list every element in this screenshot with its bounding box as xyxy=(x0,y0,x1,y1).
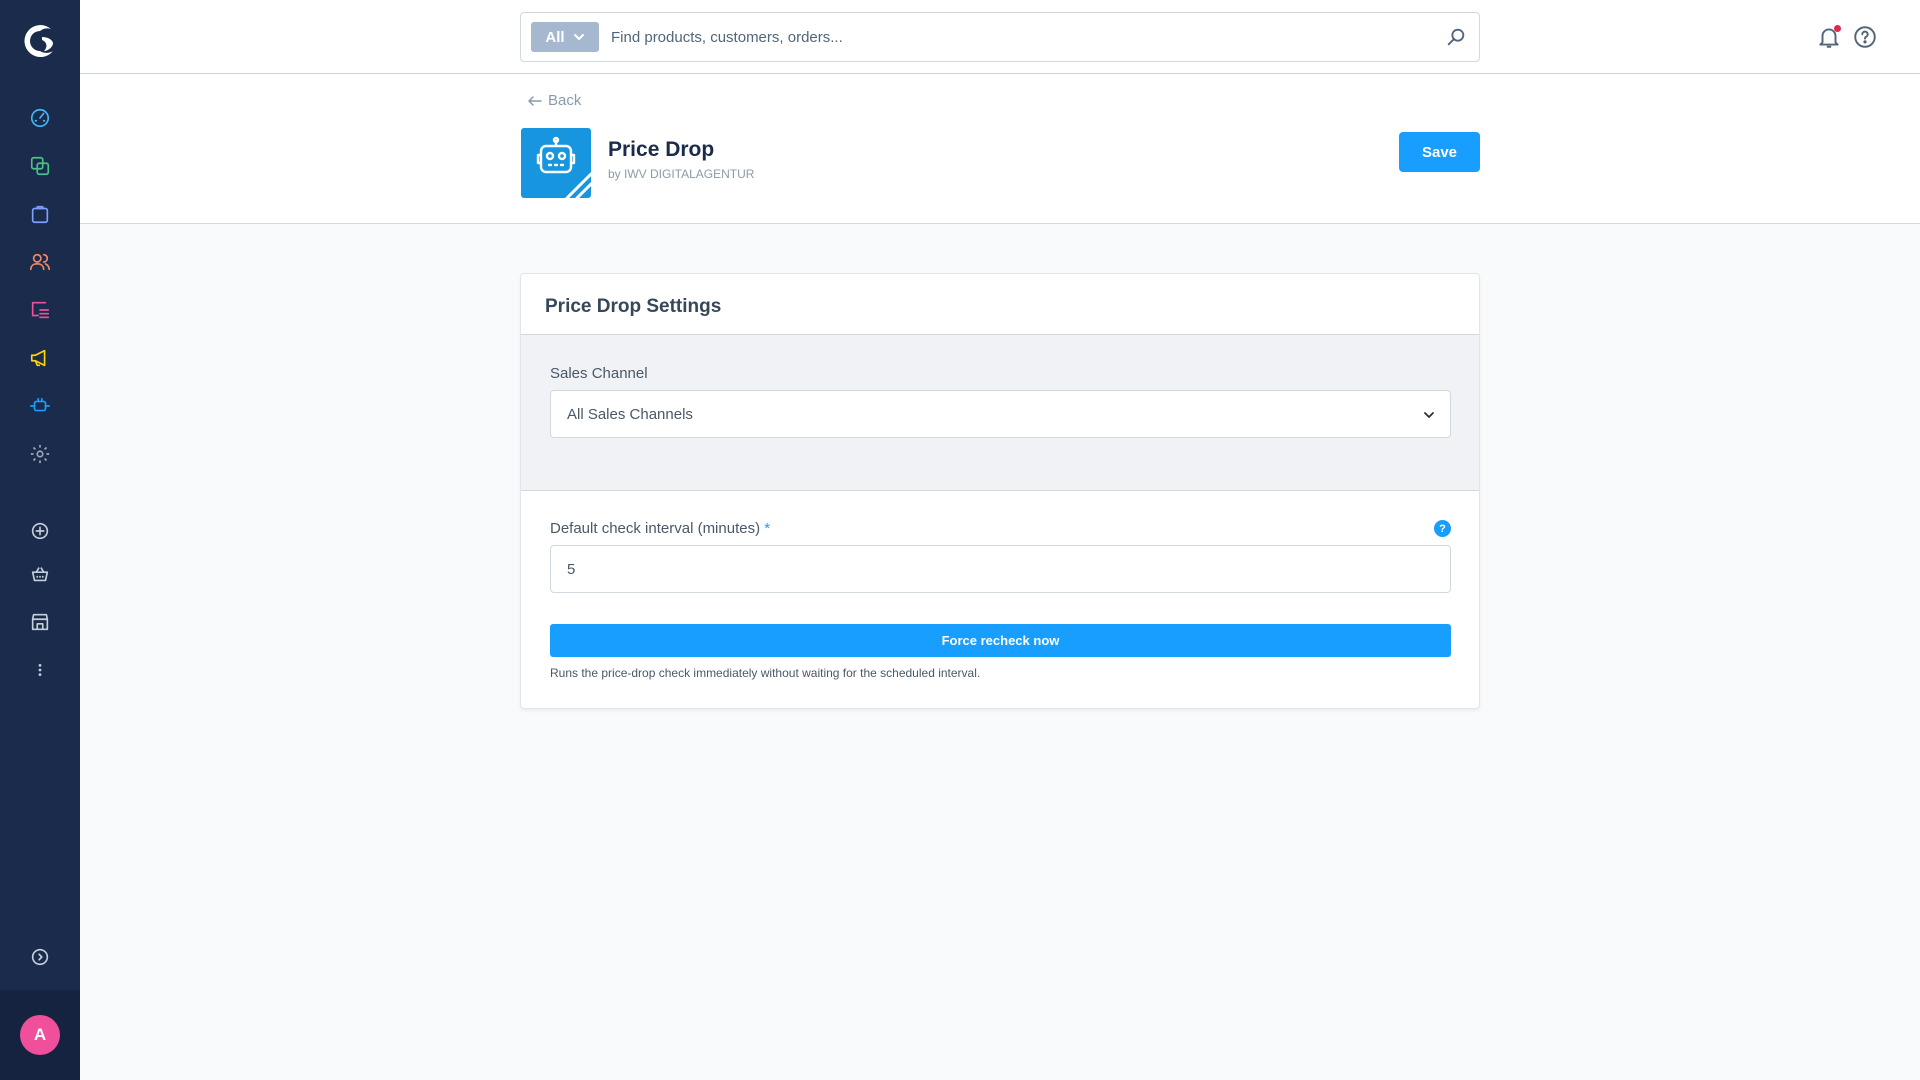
sidebar-collapse-button[interactable] xyxy=(0,937,80,977)
chevron-down-icon xyxy=(573,34,584,40)
shopware-logo-icon[interactable] xyxy=(20,21,60,61)
back-link[interactable]: Back xyxy=(528,92,581,109)
gauge-icon xyxy=(30,108,50,128)
robot-icon xyxy=(536,136,591,198)
app-author: by IWV DIGITALAGENTUR xyxy=(608,167,755,181)
sidebar-item-settings[interactable] xyxy=(0,434,80,474)
help-tooltip-icon[interactable]: ? xyxy=(1434,520,1451,537)
sidebar-item-catalogues[interactable] xyxy=(0,146,80,186)
page-header: Back Price Drop by IWV DIGITALAGENTUR Sa… xyxy=(80,75,1920,224)
basket-icon xyxy=(31,567,49,582)
interval-input[interactable] xyxy=(550,545,1451,593)
save-button[interactable]: Save xyxy=(1399,132,1480,172)
megaphone-icon xyxy=(30,349,46,367)
sidebar: A xyxy=(0,0,80,1080)
sidebar-item-dashboard[interactable] xyxy=(0,98,80,138)
interval-label-text: Default check interval (minutes) xyxy=(550,520,761,537)
shopping-bag-icon xyxy=(31,205,49,224)
avatar[interactable]: A xyxy=(20,1015,60,1055)
page-title: Price Drop xyxy=(608,138,715,161)
chevron-circle-right-icon xyxy=(31,948,49,966)
card-title: Price Drop Settings xyxy=(545,296,722,317)
recheck-help-text: Runs the price-drop check immediately wi… xyxy=(550,666,981,680)
sales-channel-select[interactable]: All Sales Channels xyxy=(550,390,1451,438)
sidebar-item-shop[interactable] xyxy=(0,602,80,642)
search-type-label: All xyxy=(545,28,565,46)
topbar: All xyxy=(80,0,1920,74)
users-icon xyxy=(30,253,50,271)
global-search: All xyxy=(520,12,1480,62)
arrow-left-icon xyxy=(528,95,542,106)
required-marker: * xyxy=(764,520,771,537)
interval-label: Default check interval (minutes) * xyxy=(550,520,770,537)
settings-card: Price Drop Settings Sales Channel All Sa… xyxy=(520,273,1480,709)
chevron-down-icon xyxy=(1424,412,1434,418)
sidebar-item-add[interactable] xyxy=(0,511,80,551)
search-input[interactable] xyxy=(611,21,1411,53)
more-vertical-icon xyxy=(38,664,42,676)
gear-icon xyxy=(30,444,50,464)
store-icon xyxy=(31,613,49,631)
plus-circle-icon xyxy=(31,522,49,540)
app-logo xyxy=(521,128,591,198)
sidebar-item-customers[interactable] xyxy=(0,242,80,282)
sidebar-item-content[interactable] xyxy=(0,290,80,330)
sales-channel-value: All Sales Channels xyxy=(567,406,693,423)
notifications-button[interactable] xyxy=(1816,24,1842,50)
layers-icon xyxy=(30,156,50,176)
force-recheck-button[interactable]: Force recheck now xyxy=(550,624,1451,657)
sidebar-item-marketing[interactable] xyxy=(0,338,80,378)
sidebar-item-more[interactable] xyxy=(0,650,80,690)
sidebar-item-orders[interactable] xyxy=(0,194,80,234)
search-type-select[interactable]: All xyxy=(531,22,599,52)
search-icon[interactable] xyxy=(1445,26,1467,48)
sales-channel-label: Sales Channel xyxy=(550,365,648,382)
back-label: Back xyxy=(548,92,582,109)
help-button[interactable] xyxy=(1852,24,1878,50)
notification-badge xyxy=(1834,25,1841,32)
content-list-icon xyxy=(31,301,50,319)
plug-icon xyxy=(30,397,50,412)
help-circle-icon xyxy=(1854,26,1876,48)
sidebar-footer: A xyxy=(0,990,80,1080)
sidebar-item-storefront[interactable] xyxy=(0,554,80,594)
sidebar-item-extensions[interactable] xyxy=(0,386,80,426)
